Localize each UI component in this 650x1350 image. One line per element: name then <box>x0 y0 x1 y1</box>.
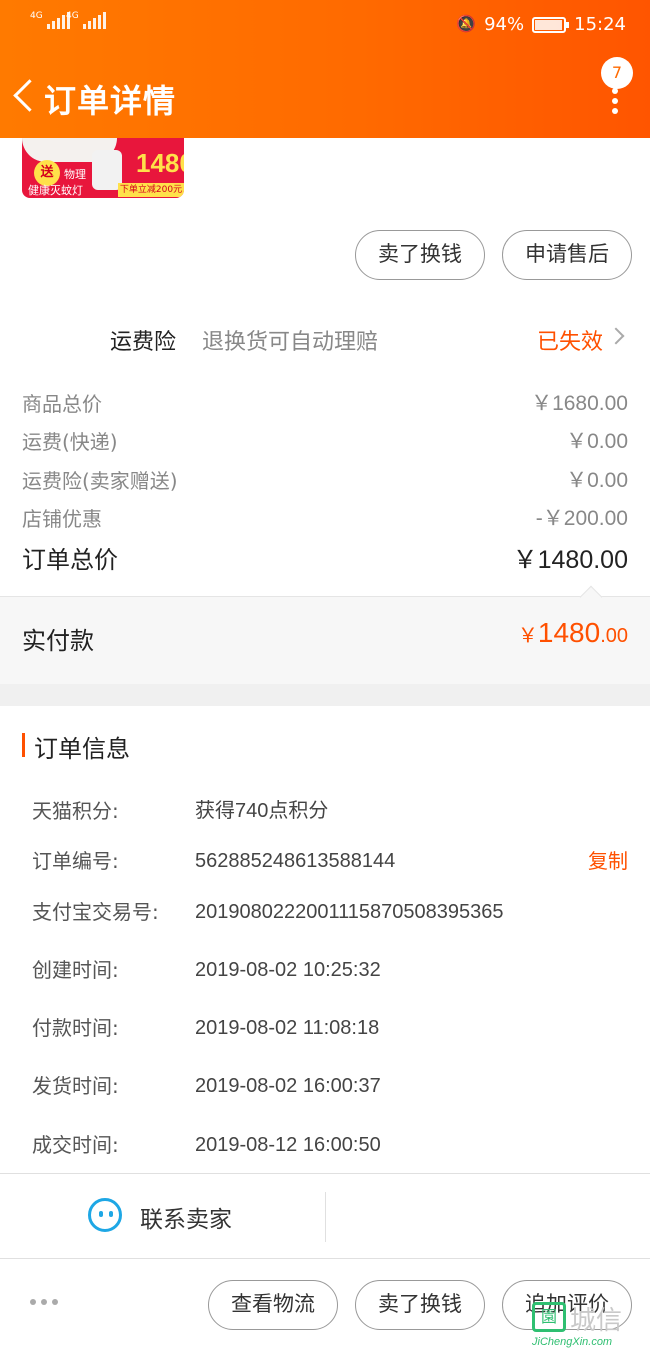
watermark-url: JiChengXin.com <box>532 1336 613 1348</box>
chat-face-icon <box>88 1198 122 1232</box>
fee-value: ￥0.00 <box>566 469 628 492</box>
notification-badge[interactable]: 7 <box>601 57 633 89</box>
vertical-divider <box>325 1192 326 1242</box>
shipping-insurance-label: 运费险 <box>110 330 177 355</box>
more-menu-icon[interactable] <box>612 88 620 114</box>
info-row: 发货时间: 2019-08-02 16:00:37 <box>32 1071 628 1101</box>
battery-icon <box>532 16 570 33</box>
mute-bell-icon <box>456 14 476 35</box>
page-title: 订单详情 <box>44 82 177 120</box>
after-sale-button[interactable]: 申请售后 <box>502 230 632 280</box>
copy-order-number-button[interactable]: 复制 <box>588 846 628 876</box>
info-value: 2019-08-02 11:08:18 <box>195 1017 380 1039</box>
info-key: 订单编号: <box>32 849 119 873</box>
actual-payment-box: 实付款 ￥1480.00 <box>0 585 650 684</box>
resell-button-bottom[interactable]: 卖了换钱 <box>355 1280 485 1330</box>
fee-value: ￥1680.00 <box>531 392 628 415</box>
order-total-row: 订单总价 ￥1480.00 <box>22 542 628 578</box>
info-row: 支付宝交易号: 2019080222001115870508395365 <box>32 897 628 927</box>
thumb-price: 1480 <box>136 148 184 178</box>
order-total-label: 订单总价 <box>22 546 118 574</box>
section-accent-bar <box>22 733 25 757</box>
fee-value: ￥0.00 <box>566 430 628 453</box>
fee-row: 运费险(卖家赠送) ￥0.00 <box>22 466 628 496</box>
currency-symbol: ￥ <box>517 625 538 647</box>
more-dots-icon[interactable] <box>30 1299 58 1305</box>
fee-label: 运费险(卖家赠送) <box>22 469 178 493</box>
watermark: 園 城信 JiChengXin.com <box>532 1300 650 1350</box>
product-thumbnail[interactable]: 送 物理 健康灭蚊灯 1480 下单立减200元 <box>22 138 184 198</box>
signal-icon: 4G <box>66 12 106 29</box>
fee-value: -￥200.00 <box>535 507 628 530</box>
resell-button[interactable]: 卖了换钱 <box>355 230 485 280</box>
watermark-logo: 園 <box>532 1302 566 1332</box>
info-value: 2019-08-02 10:25:32 <box>195 959 381 981</box>
actual-payment-label: 实付款 <box>22 627 94 655</box>
info-value: 2019080222001115870508395365 <box>195 901 504 923</box>
info-value: 获得740点积分 <box>195 800 329 822</box>
battery-percent: 94% <box>484 14 525 35</box>
back-arrow-icon[interactable] <box>12 78 40 114</box>
thumb-physical-text: 物理 <box>64 168 86 181</box>
info-value: 562885248613588144 <box>195 850 396 872</box>
fee-row: 店铺优惠 -￥200.00 <box>22 504 628 534</box>
fee-row: 商品总价 ￥1680.00 <box>22 389 628 419</box>
contact-bar: 联系卖家 <box>0 1173 650 1259</box>
info-row: 订单编号: 562885248613588144 复制 <box>32 846 628 876</box>
signal-icon: 4G <box>30 12 70 29</box>
info-row: 创建时间: 2019-08-02 10:25:32 <box>32 955 628 985</box>
insurance-status[interactable]: 已失效 <box>537 324 603 356</box>
network-type-label: 4G <box>66 11 79 21</box>
info-key: 成交时间: <box>32 1133 119 1157</box>
status-right: 94% 15:24 <box>456 14 626 36</box>
amount-decimal: .00 <box>600 625 628 647</box>
thumb-product-text: 健康灭蚊灯 <box>28 184 83 197</box>
info-key: 创建时间: <box>32 958 119 982</box>
info-key: 支付宝交易号: <box>32 900 159 924</box>
fee-row: 运费(快递) ￥0.00 <box>22 427 628 457</box>
status-bar: 4G 4G 94% 15:24 <box>0 0 650 52</box>
info-key: 付款时间: <box>32 1016 119 1040</box>
actual-payment-value: ￥1480.00 <box>518 617 628 649</box>
clock: 15:24 <box>574 14 626 35</box>
contact-seller-button[interactable]: 联系卖家 <box>88 1196 288 1236</box>
contact-seller-label: 联系卖家 <box>140 1207 232 1233</box>
amount-integer: 1480 <box>537 617 601 648</box>
watermark-text: 城信 <box>570 1306 623 1336</box>
chevron-right-icon[interactable] <box>607 327 625 345</box>
thumb-discount: 下单立减200元 <box>118 183 184 197</box>
view-logistics-button[interactable]: 查看物流 <box>208 1280 338 1330</box>
info-key: 天猫积分: <box>32 799 119 823</box>
fee-label: 商品总价 <box>22 392 102 416</box>
info-row: 付款时间: 2019-08-02 11:08:18 <box>32 1013 628 1043</box>
order-total-value: ￥1480.00 <box>512 546 628 574</box>
fee-label: 店铺优惠 <box>22 507 102 531</box>
fee-label: 运费(快递) <box>22 430 118 454</box>
info-row: 天猫积分: 获得740点积分 <box>32 796 628 826</box>
info-row: 成交时间: 2019-08-12 16:00:50 <box>32 1130 628 1160</box>
info-key: 发货时间: <box>32 1074 119 1098</box>
info-value: 2019-08-12 16:00:50 <box>195 1134 381 1156</box>
shipping-insurance-desc: 退换货可自动理赔 <box>202 330 379 355</box>
network-type-label: 4G <box>30 11 43 21</box>
order-info-title: 订单信息 <box>34 735 130 763</box>
app-header: 4G 4G 94% 15:24 订单详情 7 <box>0 0 650 138</box>
section-divider <box>0 684 650 706</box>
notch-pointer <box>579 585 603 609</box>
info-value: 2019-08-02 16:00:37 <box>195 1075 381 1097</box>
